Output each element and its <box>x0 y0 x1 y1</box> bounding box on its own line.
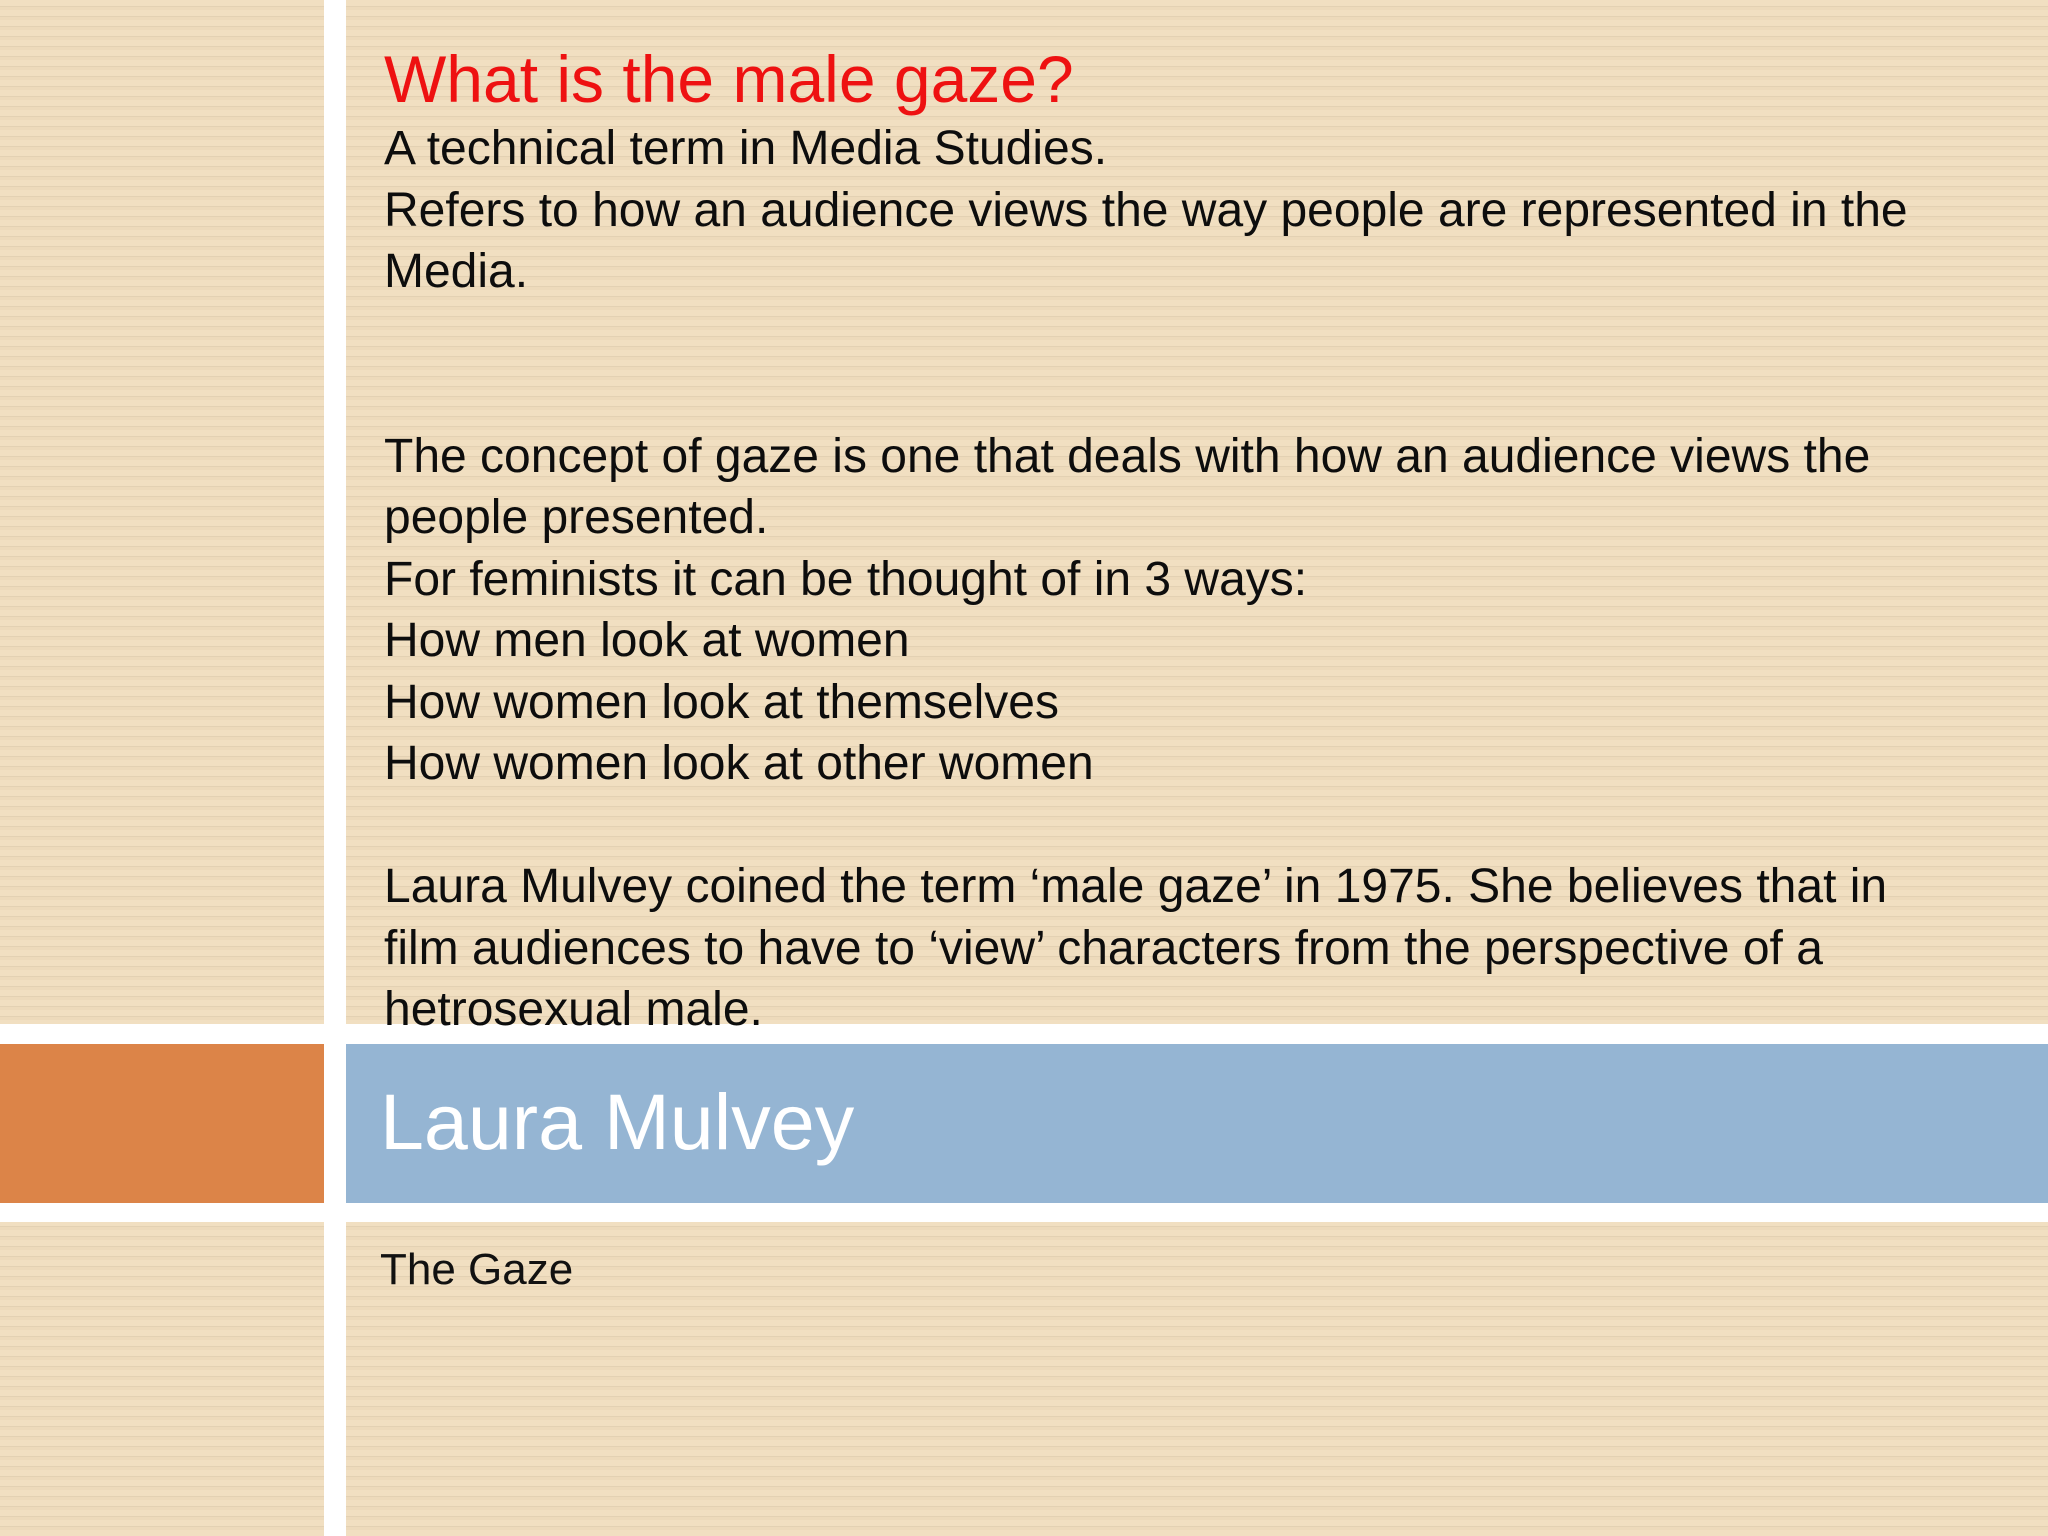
body-line: Refers to how an audience views the way … <box>384 183 1908 237</box>
accent-block <box>0 1044 324 1203</box>
body-line: film audiences to have to ‘view’ charact… <box>384 921 1823 975</box>
horizontal-divider-bottom <box>0 1203 2048 1222</box>
body-line: A technical term in Media Studies. <box>384 122 1108 175</box>
body-line: people presented. <box>384 491 769 544</box>
slide-body: What is the male gaze? A technical term … <box>384 40 2024 1041</box>
vertical-divider <box>324 0 346 1536</box>
body-line: hetrosexual male. <box>384 983 763 1036</box>
body-line: Media. <box>384 245 529 298</box>
body-line: The concept of gaze is one that deals wi… <box>384 429 1871 483</box>
body-line: Laura Mulvey coined the term ‘male gaze’… <box>384 860 1888 913</box>
body-line: For feminists it can be thought of in 3 … <box>384 552 1308 606</box>
body-line: How women look at themselves <box>384 675 1059 729</box>
body-line: How men look at women <box>384 614 910 667</box>
body-line: How women look at other women <box>384 737 1094 790</box>
band-subtitle: The Gaze <box>380 1245 574 1294</box>
band-title: Laura Mulvey <box>380 1077 855 1166</box>
slide-heading: What is the male gaze? <box>384 42 1074 116</box>
